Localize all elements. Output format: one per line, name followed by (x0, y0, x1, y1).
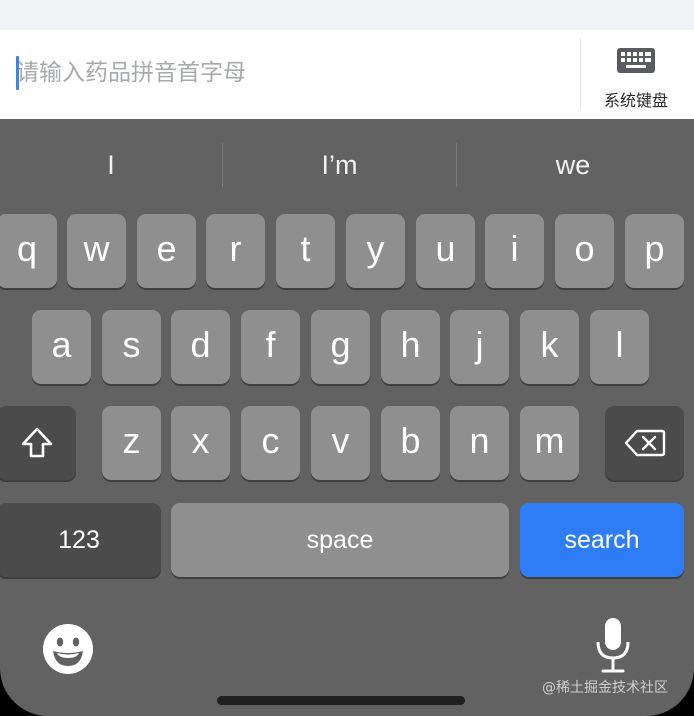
key-z[interactable]: z (102, 406, 161, 480)
key-a[interactable]: a (32, 310, 91, 384)
key-p[interactable]: p (625, 214, 684, 288)
key-r[interactable]: r (206, 214, 265, 288)
key-b[interactable]: b (381, 406, 440, 480)
shift-icon (21, 427, 52, 458)
status-strip (0, 0, 694, 30)
system-keyboard-label: 系统键盘 (603, 91, 668, 110)
system-keyboard-button[interactable]: 系统键盘 (586, 44, 686, 110)
key-t[interactable]: t (276, 214, 335, 288)
key-k[interactable]: k (520, 310, 579, 384)
numbers-key[interactable]: 123 (0, 503, 161, 577)
key-e[interactable]: e (137, 214, 196, 288)
search-key[interactable]: search (520, 503, 684, 577)
backspace-key[interactable] (605, 406, 684, 480)
microphone-icon[interactable] (594, 616, 632, 674)
suggestion-3[interactable]: we (457, 143, 689, 187)
key-s[interactable]: s (102, 310, 161, 384)
key-i[interactable]: i (485, 214, 544, 288)
divider (580, 38, 581, 110)
key-f[interactable]: f (241, 310, 300, 384)
space-key[interactable]: space (171, 503, 509, 577)
key-o[interactable]: o (555, 214, 614, 288)
suggestion-2[interactable]: I’m (223, 143, 456, 187)
backspace-icon (624, 429, 665, 457)
key-d[interactable]: d (171, 310, 230, 384)
text-caret (16, 56, 19, 90)
key-l[interactable]: l (590, 310, 649, 384)
key-w[interactable]: w (67, 214, 126, 288)
key-j[interactable]: j (450, 310, 509, 384)
virtual-keyboard: I I’m we q w e r t y u i o p a s d f g h… (0, 119, 694, 716)
key-c[interactable]: c (241, 406, 300, 480)
key-x[interactable]: x (171, 406, 230, 480)
search-input[interactable] (16, 50, 556, 96)
key-v[interactable]: v (311, 406, 370, 480)
home-indicator (217, 696, 465, 705)
keyboard-icon (617, 48, 655, 73)
emoji-icon[interactable] (41, 622, 95, 676)
key-g[interactable]: g (311, 310, 370, 384)
watermark: @稀土掘金技术社区 (542, 680, 668, 696)
key-y[interactable]: y (346, 214, 405, 288)
suggestion-1[interactable]: I (0, 143, 222, 187)
key-m[interactable]: m (520, 406, 579, 480)
key-n[interactable]: n (450, 406, 509, 480)
key-q[interactable]: q (0, 214, 57, 288)
key-h[interactable]: h (381, 310, 440, 384)
shift-key[interactable] (0, 406, 76, 480)
search-bar: 系统键盘 (0, 30, 694, 119)
key-u[interactable]: u (416, 214, 475, 288)
